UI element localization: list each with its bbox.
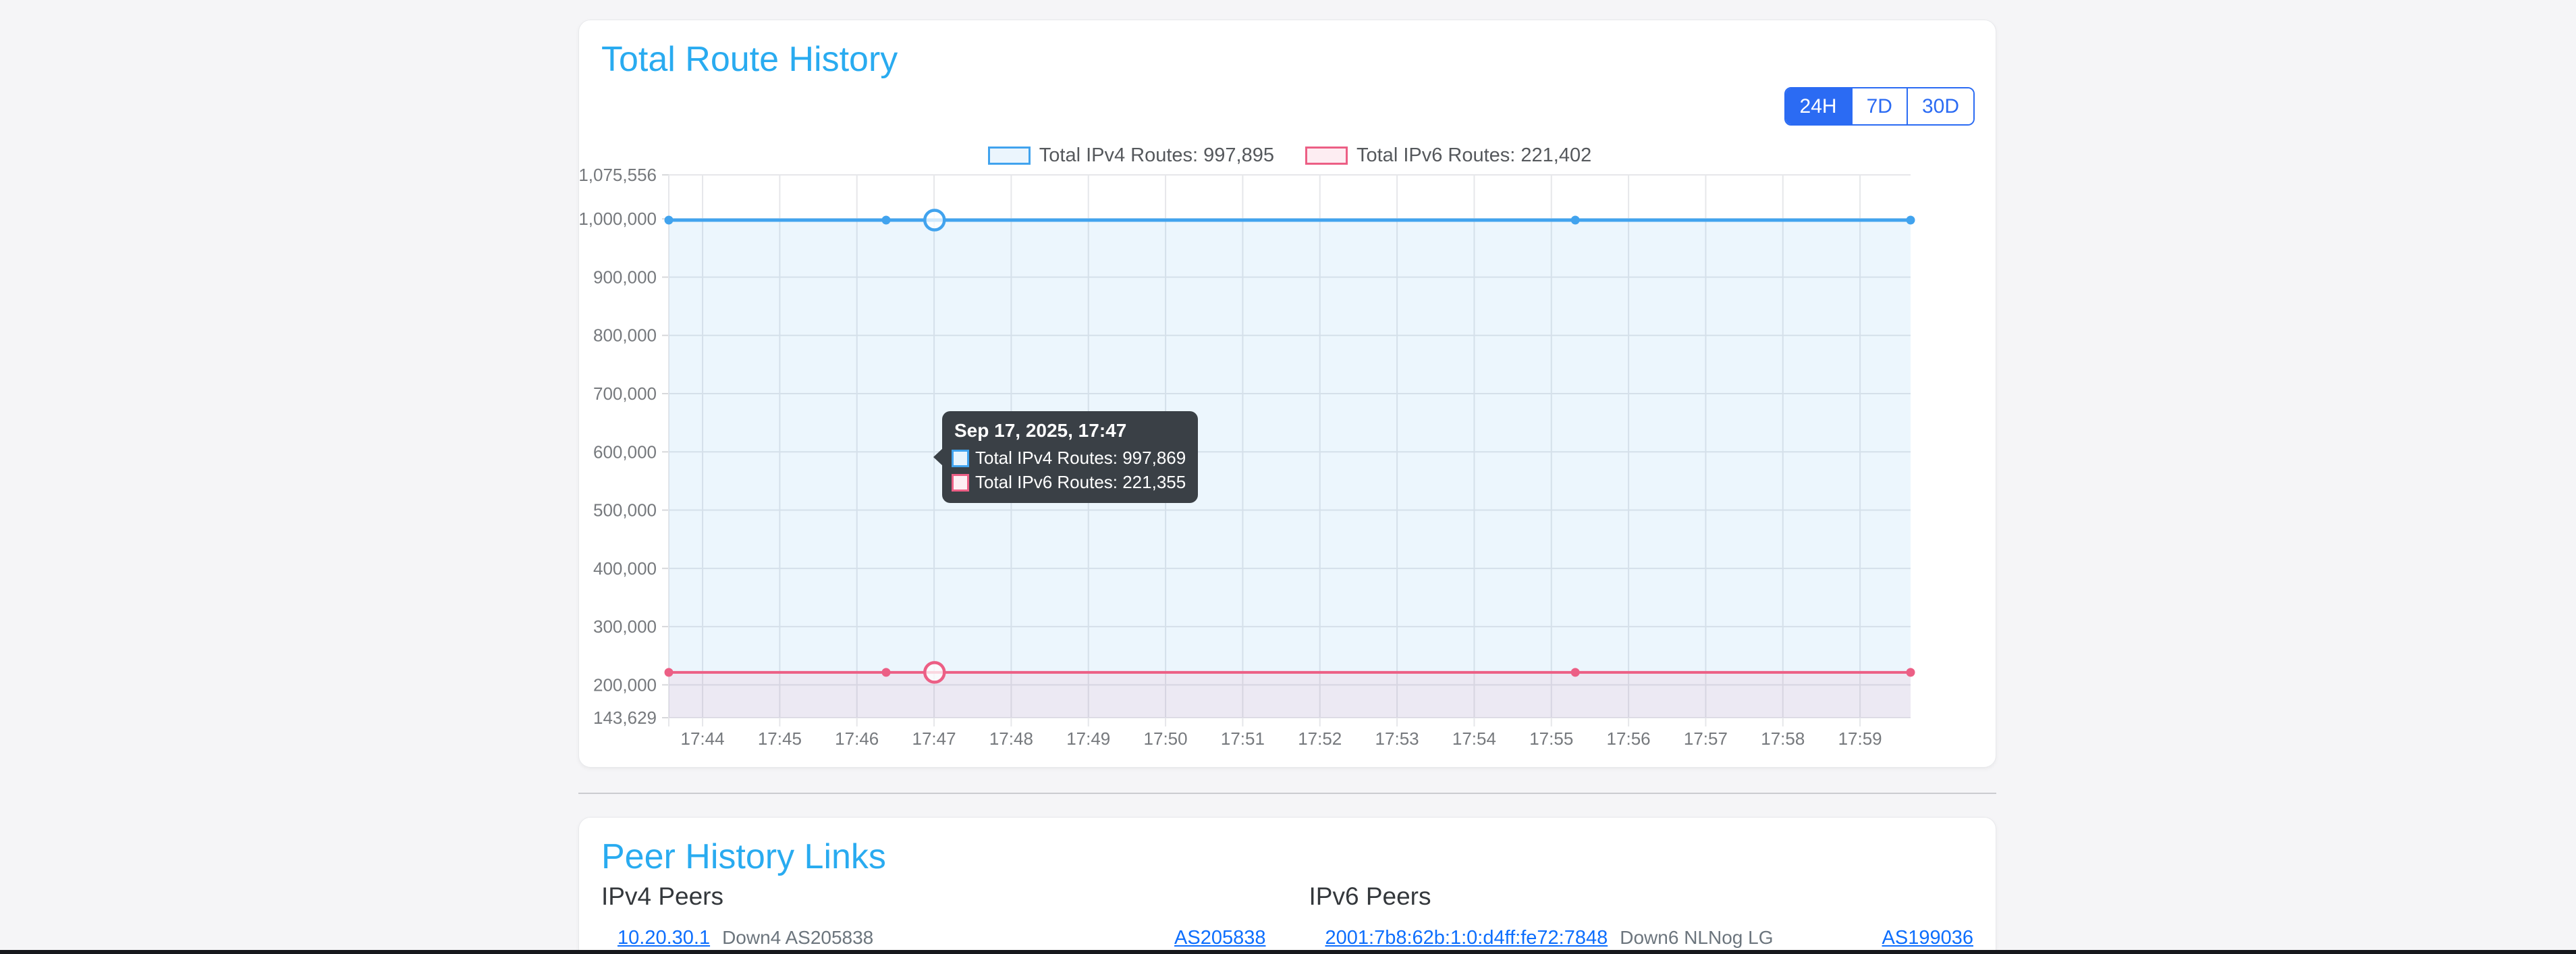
tooltip-title: Sep 17, 2025, 17:47 bbox=[954, 420, 1186, 442]
x-tick-label: 17:49 bbox=[1066, 728, 1110, 749]
x-tick-label: 17:46 bbox=[835, 728, 879, 749]
tooltip-row: Total IPv4 Routes: 997,869 bbox=[952, 448, 1186, 469]
series-area bbox=[669, 672, 1911, 718]
x-tick-label: 17:44 bbox=[681, 728, 725, 749]
peer-row: 10.20.30.1 Down4 AS205838 AS205838 bbox=[601, 927, 1266, 949]
data-point bbox=[665, 668, 674, 677]
data-point bbox=[882, 216, 891, 225]
series-swatch bbox=[952, 474, 969, 492]
data-point bbox=[665, 216, 674, 225]
x-tick-label: 17:50 bbox=[1144, 728, 1188, 749]
ipv4-peers-column: IPv4 Peers 10.20.30.1 Down4 AS205838 AS2… bbox=[601, 882, 1266, 949]
section-divider bbox=[578, 793, 1996, 794]
route-history-card: Total Route History 24H 7D 30D Total IPv… bbox=[578, 20, 1996, 768]
tooltip-row-label: Total IPv6 Routes: 221,355 bbox=[975, 472, 1186, 493]
y-tick-label: 900,000 bbox=[593, 267, 657, 287]
y-tick-label: 400,000 bbox=[593, 558, 657, 579]
hovered-data-point bbox=[925, 662, 944, 682]
y-tick-label: 1,075,556 bbox=[579, 165, 657, 185]
data-point bbox=[1571, 216, 1580, 225]
data-point bbox=[1571, 668, 1580, 677]
peer-links-card: Peer History Links IPv4 Peers 10.20.30.1… bbox=[578, 817, 1996, 954]
tooltip-row: Total IPv6 Routes: 221,355 bbox=[952, 472, 1186, 493]
peer-address-link[interactable]: 2001:7b8:62b:1:0:d4ff:fe72:7848 bbox=[1325, 927, 1608, 949]
ipv6-peers-heading: IPv6 Peers bbox=[1309, 882, 1974, 911]
x-tick-label: 17:56 bbox=[1607, 728, 1651, 749]
y-tick-label: 600,000 bbox=[593, 442, 657, 462]
peer-columns: IPv4 Peers 10.20.30.1 Down4 AS205838 AS2… bbox=[601, 882, 1973, 949]
tooltip-row-label: Total IPv4 Routes: 997,869 bbox=[975, 448, 1186, 469]
x-tick-label: 17:53 bbox=[1375, 728, 1419, 749]
y-tick-label: 1,000,000 bbox=[579, 209, 657, 229]
ipv4-peers-heading: IPv4 Peers bbox=[601, 882, 1266, 911]
data-point bbox=[882, 668, 891, 677]
data-point bbox=[1907, 216, 1915, 225]
x-tick-label: 17:58 bbox=[1761, 728, 1805, 749]
x-tick-label: 17:55 bbox=[1529, 728, 1573, 749]
series-swatch bbox=[952, 450, 969, 467]
x-tick-label: 17:52 bbox=[1298, 728, 1342, 749]
data-point bbox=[1907, 668, 1915, 677]
x-tick-label: 17:48 bbox=[989, 728, 1033, 749]
x-tick-label: 17:57 bbox=[1684, 728, 1728, 749]
peer-row: 2001:7b8:62b:1:0:d4ff:fe72:7848 Down6 NL… bbox=[1309, 927, 1974, 949]
route-history-chart[interactable]: 1,075,556 1,000,000 900,000 800,000 700,000 6… bbox=[579, 20, 1997, 768]
x-tick-label: 17:51 bbox=[1221, 728, 1265, 749]
peer-asn-link[interactable]: AS199036 bbox=[1882, 927, 1973, 949]
peer-description: Down4 AS205838 bbox=[722, 927, 873, 949]
series-area bbox=[669, 220, 1911, 718]
y-tick-label: 700,000 bbox=[593, 383, 657, 404]
y-tick-label: 300,000 bbox=[593, 616, 657, 637]
y-tick-label: 500,000 bbox=[593, 500, 657, 521]
bottom-bar bbox=[0, 950, 2576, 954]
y-tick-label: 143,629 bbox=[593, 708, 657, 728]
peer-links-title: Peer History Links bbox=[601, 837, 886, 877]
peer-asn-link[interactable]: AS205838 bbox=[1174, 927, 1265, 949]
page: Total Route History 24H 7D 30D Total IPv… bbox=[0, 0, 2576, 954]
y-tick-label: 800,000 bbox=[593, 325, 657, 346]
peer-address-link[interactable]: 10.20.30.1 bbox=[618, 927, 710, 949]
x-tick-label: 17:47 bbox=[912, 728, 956, 749]
chart-tooltip: Sep 17, 2025, 17:47 Total IPv4 Routes: 9… bbox=[942, 411, 1198, 503]
ipv6-peers-column: IPv6 Peers 2001:7b8:62b:1:0:d4ff:fe72:78… bbox=[1309, 882, 1974, 949]
x-tick-label: 17:59 bbox=[1838, 728, 1882, 749]
tooltip-rows: Total IPv4 Routes: 997,869 Total IPv6 Rou… bbox=[952, 448, 1186, 493]
hovered-data-point bbox=[925, 211, 944, 230]
x-tick-label: 17:54 bbox=[1452, 728, 1496, 749]
y-tick-label: 200,000 bbox=[593, 674, 657, 695]
peer-description: Down6 NLNog LG bbox=[1620, 927, 1773, 949]
x-tick-label: 17:45 bbox=[758, 728, 802, 749]
